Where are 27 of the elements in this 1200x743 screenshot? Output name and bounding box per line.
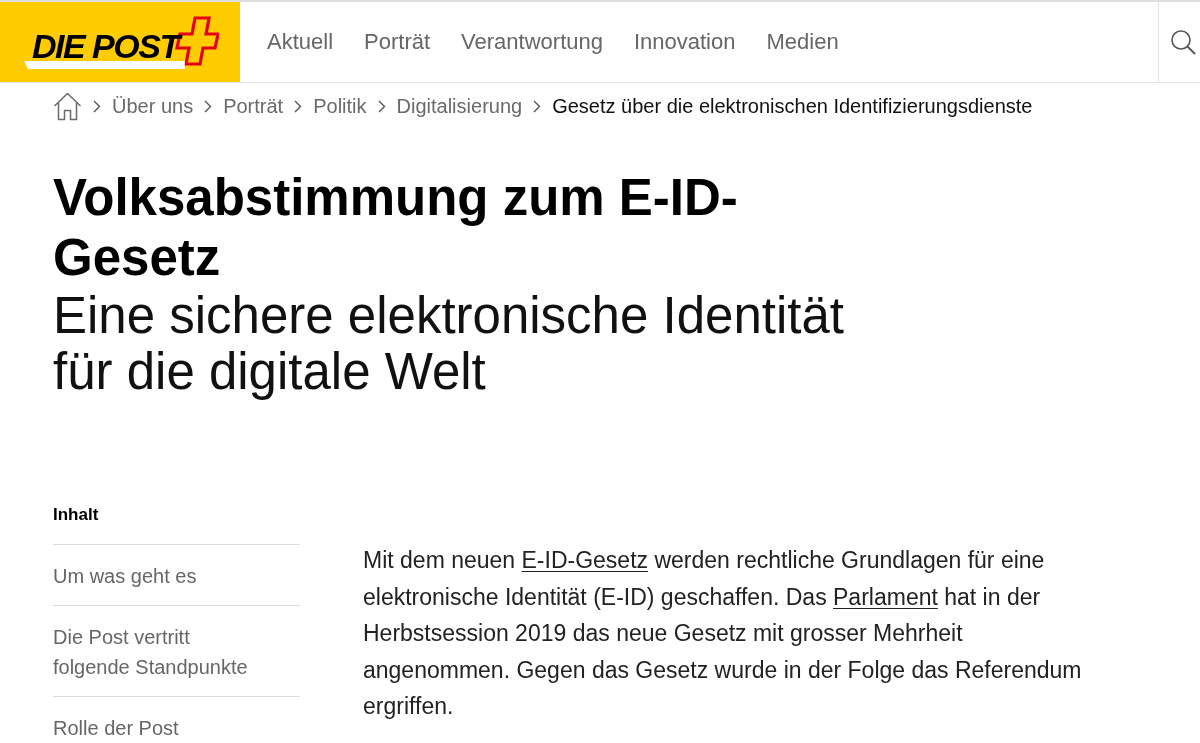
breadcrumb-link[interactable]: Über uns [112,95,194,118]
chevron-right-icon [377,100,386,113]
chevron-right-icon [93,100,101,113]
search-icon [1170,29,1196,55]
inline-link[interactable]: E-ID-Gesetz [521,547,649,573]
home-icon[interactable] [53,92,82,121]
page-title: Volksabstimmung zum E-ID-Gesetz [53,168,739,288]
page-subtitle: Eine sichere elektronische Identität für die digitale Welt [53,288,845,400]
inline-link[interactable]: Parlament [833,583,938,610]
breadcrumb-link[interactable]: Politik [313,95,367,118]
intro-paragraph: Mit dem neuen E-ID-Gesetz werden rechtliche Grundlagen für eine elektronische Identität (E-ID) geschaffen. Das Parlament hat in der Herbstsession 2019 das neue Gesetz mit grosser Mehrheit angenommen. Gegen das Gesetz wurde in der Folge das Referendum ergriffen. [363,546,1083,721]
breadcrumb-link[interactable]: Digitalisierung [396,95,523,118]
chevron-right-icon [533,100,542,113]
toc-link[interactable]: Um was geht es [53,544,300,605]
toc-link[interactable]: Rolle der Post [53,696,300,743]
nav-link[interactable]: Verantwortung [461,29,603,55]
breadcrumb-link[interactable]: Porträt [223,95,284,118]
nav-link[interactable]: Medien [766,29,839,55]
chevron-right-icon [294,100,303,113]
toc-heading: Inhalt [53,504,100,526]
chevron-right-icon [204,100,213,113]
nav-link[interactable]: Innovation [633,29,736,55]
nav-link[interactable]: Porträt [364,29,431,55]
logo-link[interactable]: DIE POST [0,2,240,82]
nav-link[interactable]: Aktuell [267,29,334,55]
breadcrumb-current[interactable]: Gesetz über die elektronischen Identifizierungsdienste [552,95,1033,118]
toc-link[interactable]: Die Post vertritt folgende Standpunkte [53,605,300,696]
